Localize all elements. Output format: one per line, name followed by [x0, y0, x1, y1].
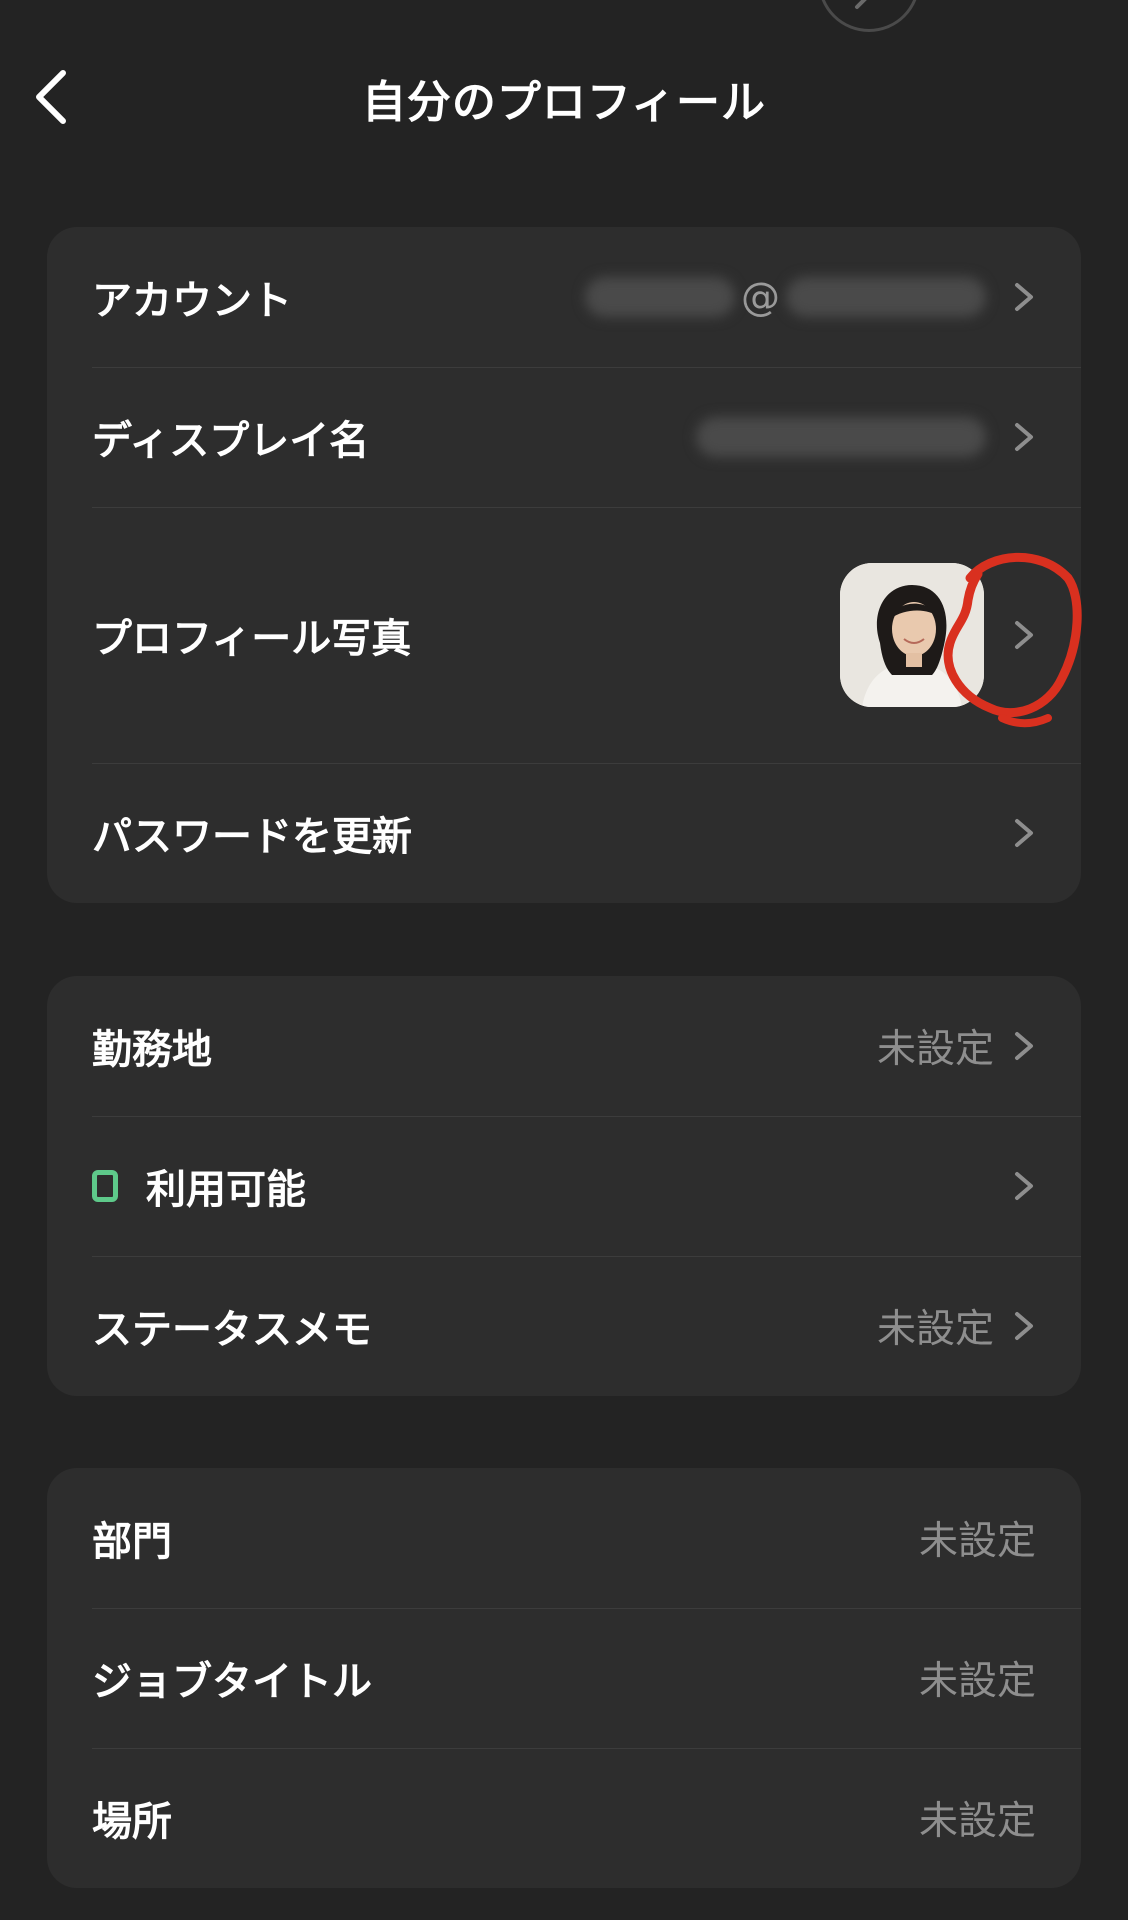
account-label: アカウント [92, 278, 292, 324]
redacted-display-name [696, 417, 986, 457]
top-edit-button[interactable] [818, 0, 920, 32]
update-password-label: パスワードを更新 [92, 814, 412, 860]
chevron-right-icon [1015, 621, 1033, 649]
display-name-label: ディスプレイ名 [92, 418, 370, 464]
account-row[interactable]: アカウント @ [47, 227, 1081, 367]
account-card: アカウント @ ディスプレイ名 プロフィール写真 パスワードを更新 [47, 227, 1081, 903]
status-memo-value: 未設定 [876, 1307, 994, 1352]
account-value-at: @ [741, 274, 780, 320]
job-title-value: 未設定 [918, 1659, 1036, 1704]
availability-row[interactable]: 利用可能 [47, 1116, 1081, 1256]
redacted-account-domain [786, 277, 986, 317]
location-row: 場所 未設定 [47, 1748, 1081, 1888]
page-title: 自分のプロフィール [361, 77, 767, 128]
status-available-icon [92, 1170, 118, 1202]
pencil-icon [855, 0, 867, 9]
status-card: 勤務地 未設定 利用可能 ステータスメモ 未設定 [47, 976, 1081, 1396]
chevron-right-icon [1015, 819, 1033, 847]
location-value: 未設定 [918, 1799, 1036, 1844]
work-location-value: 未設定 [876, 1027, 994, 1072]
redacted-account-name [585, 277, 735, 317]
chevron-right-icon [1015, 283, 1033, 311]
status-memo-label: ステータスメモ [92, 1307, 372, 1353]
profile-photo-row[interactable]: プロフィール写真 [47, 507, 1081, 763]
department-row: 部門 未設定 [47, 1468, 1081, 1608]
location-label: 場所 [92, 1799, 172, 1845]
avatar-photo [840, 563, 984, 707]
profile-photo-label: プロフィール写真 [92, 616, 412, 662]
chevron-right-icon [1015, 423, 1033, 451]
nav-header: 自分のプロフィール [0, 40, 1128, 150]
department-label: 部門 [92, 1519, 172, 1565]
availability-label: 利用可能 [146, 1167, 306, 1213]
chevron-right-icon [1015, 1172, 1033, 1200]
display-name-row[interactable]: ディスプレイ名 [47, 367, 1081, 507]
status-memo-row[interactable]: ステータスメモ 未設定 [47, 1256, 1081, 1396]
job-title-label: ジョブタイトル [92, 1659, 372, 1705]
chevron-right-icon [1015, 1312, 1033, 1340]
info-card: 部門 未設定 ジョブタイトル 未設定 場所 未設定 [47, 1468, 1081, 1888]
update-password-row[interactable]: パスワードを更新 [47, 763, 1081, 903]
work-location-row[interactable]: 勤務地 未設定 [47, 976, 1081, 1116]
work-location-label: 勤務地 [92, 1027, 212, 1073]
chevron-right-icon [1015, 1032, 1033, 1060]
profile-photo-avatar[interactable] [840, 563, 984, 707]
job-title-row: ジョブタイトル 未設定 [47, 1608, 1081, 1748]
department-value: 未設定 [918, 1519, 1036, 1564]
